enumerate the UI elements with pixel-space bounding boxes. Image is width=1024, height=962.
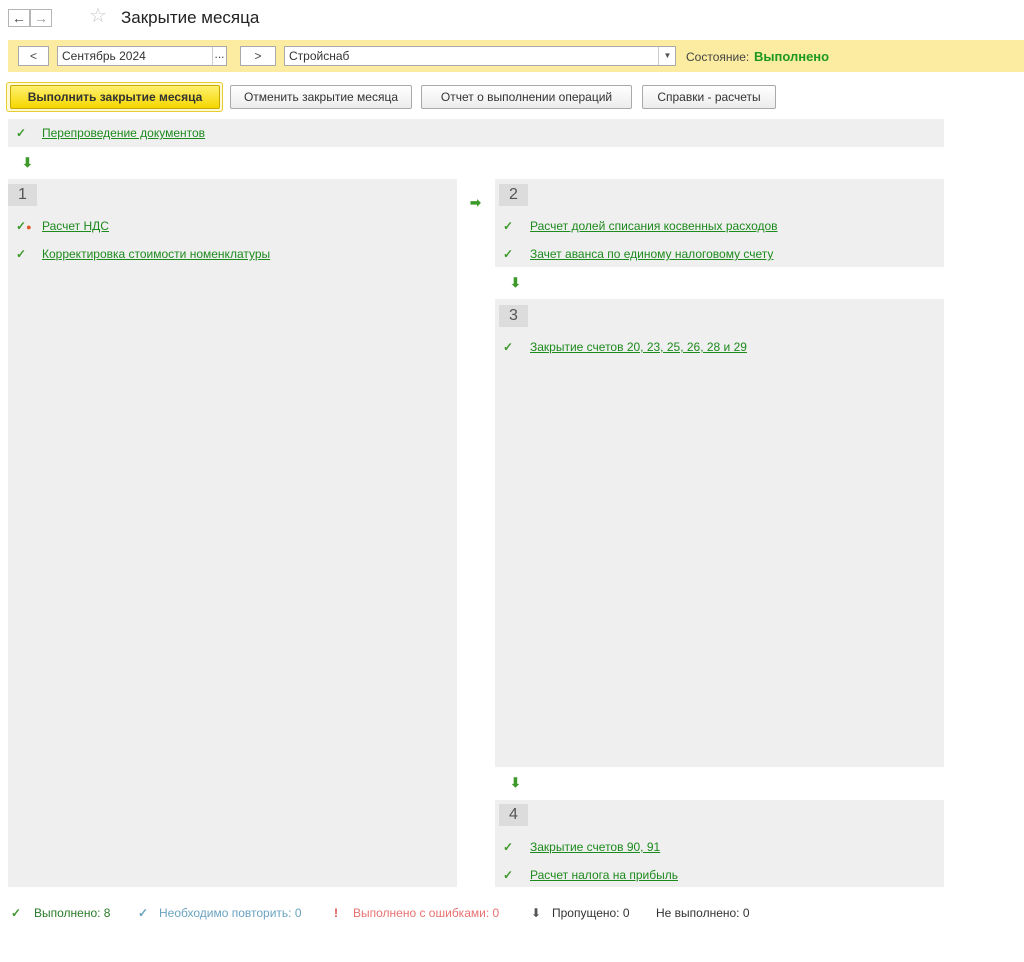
status-label: Состояние: (686, 50, 750, 64)
legend-skipped: Пропущено: 0 (552, 906, 630, 920)
check-repeat-icon: ✓ (138, 906, 149, 920)
step-link-advance-offset[interactable]: Зачет аванса по единому налоговому счету (530, 247, 773, 261)
check-icon: ✓ (503, 219, 514, 233)
legend-repeat: Необходимо повторить: 0 (159, 906, 302, 920)
check-warning-icon: ✓● (16, 219, 32, 233)
arrow-down-icon: ⬇ (510, 275, 521, 290)
cancel-close-button[interactable]: Отменить закрытие месяца (230, 85, 412, 109)
step-1-panel (8, 179, 457, 887)
step-link-cost-adjustment[interactable]: Корректировка стоимости номенклатуры (42, 247, 270, 261)
check-icon: ✓ (503, 868, 514, 882)
execute-close-button[interactable]: Выполнить закрытие месяца (10, 85, 220, 109)
step-link-close-accounts-90[interactable]: Закрытие счетов 90, 91 (530, 840, 660, 854)
star-icon[interactable]: ☆ (89, 6, 107, 26)
step-link-vat[interactable]: Расчет НДС (42, 219, 109, 233)
legend-errors: Выполнено с ошибками: 0 (353, 906, 500, 920)
arrow-left-icon: ← (12, 10, 26, 26)
next-period-button[interactable]: > (240, 46, 276, 66)
forward-button[interactable]: → (30, 9, 52, 27)
legend-not-done: Не выполнено: 0 (656, 906, 750, 920)
status-value: Выполнено (754, 49, 830, 64)
arrow-down-icon: ⬇ (22, 155, 33, 170)
step-1-number: 1 (8, 184, 37, 206)
arrow-right-icon: → (34, 10, 48, 26)
check-icon: ✓ (503, 340, 514, 354)
check-icon: ✓ (503, 247, 514, 261)
period-choose-button[interactable]: ... (212, 47, 226, 65)
check-icon: ✓ (16, 247, 27, 261)
exclamation-icon: ! (334, 906, 338, 920)
step-link-close-accounts-20[interactable]: Закрытие счетов 20, 23, 25, 26, 28 и 29 (530, 340, 747, 354)
prev-period-button[interactable]: < (18, 46, 49, 66)
arrow-right-icon: ➡ (470, 195, 481, 210)
step-link-profit-tax[interactable]: Расчет налога на прибыль (530, 868, 678, 882)
period-field[interactable]: Сентябрь 2024 (57, 46, 227, 66)
reference-calculations-button[interactable]: Справки - расчеты (642, 85, 776, 109)
check-icon: ✓ (16, 126, 27, 140)
page-title: Закрытие месяца (121, 8, 260, 27)
check-icon: ✓ (11, 906, 22, 920)
check-icon: ✓ (503, 840, 514, 854)
step-4-number: 4 (499, 804, 528, 826)
step-3-panel (495, 299, 944, 767)
dropdown-arrow-icon[interactable]: ▼ (658, 47, 676, 65)
step-link-reposting[interactable]: Перепроведение документов (42, 126, 205, 140)
step-3-number: 3 (499, 305, 528, 327)
operations-report-button[interactable]: Отчет о выполнении операций (421, 85, 632, 109)
organization-field[interactable]: Стройснаб (284, 46, 676, 66)
back-button[interactable]: ← (8, 9, 30, 27)
legend-done: Выполнено: 8 (34, 906, 111, 920)
arrow-down-icon: ⬇ (510, 775, 521, 790)
step-link-indirect-costs[interactable]: Расчет долей списания косвенных расходов (530, 219, 778, 233)
arrow-down-gray-icon: ⬇ (531, 906, 542, 920)
step-2-number: 2 (499, 184, 528, 206)
